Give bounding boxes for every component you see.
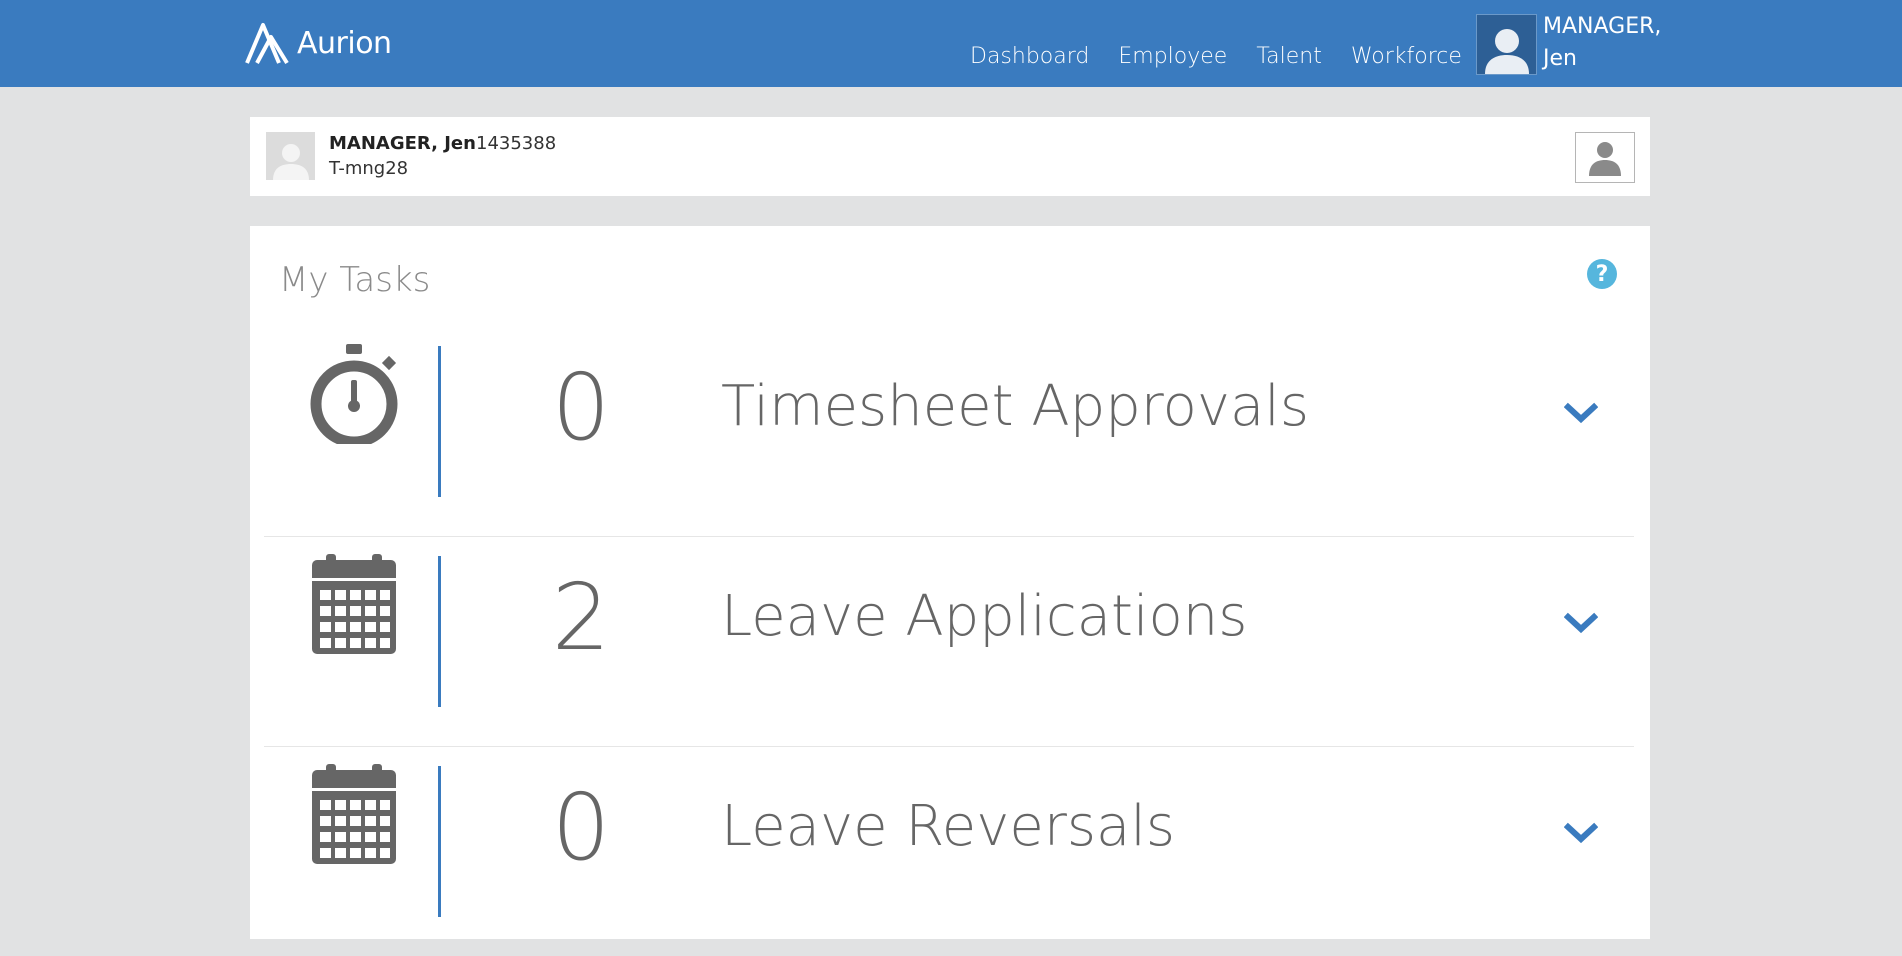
nav-employee[interactable]: Employee: [1118, 44, 1227, 69]
profile-code: T-mng28: [329, 158, 409, 179]
my-tasks-title: My Tasks: [279, 260, 431, 300]
nav-dashboard[interactable]: Dashboard: [970, 44, 1089, 69]
chevron-down-icon[interactable]: [1564, 401, 1598, 425]
task-label: Leave Applications: [721, 584, 1248, 649]
chevron-down-icon[interactable]: [1564, 611, 1598, 635]
profile-employee-id: 1435388: [476, 133, 557, 154]
task-divider: [438, 766, 441, 917]
user-name: MANAGER, Jen: [1543, 11, 1661, 75]
user-name-line2: Jen: [1543, 46, 1577, 71]
task-count: 0: [551, 354, 611, 461]
view-profile-button[interactable]: [1575, 132, 1635, 183]
task-row-leave-reversals[interactable]: 0 Leave Reversals: [264, 746, 1634, 956]
task-label: Leave Reversals: [721, 794, 1176, 859]
aurion-logo[interactable]: Aurion: [243, 18, 392, 68]
task-label: Timesheet Approvals: [721, 374, 1310, 439]
top-navigation-bar: Aurion Dashboard Employee Talent Workfor…: [0, 0, 1902, 87]
calendar-icon: [312, 764, 396, 864]
profile-name: MANAGER, Jen: [329, 133, 476, 154]
my-tasks-panel: My Tasks ? 0 Timesheet Approvals 2 Leave…: [250, 226, 1650, 939]
user-avatar: [1476, 14, 1537, 75]
nav-talent[interactable]: Talent: [1256, 44, 1322, 69]
person-icon: [1589, 141, 1621, 176]
brand-name: Aurion: [297, 25, 392, 61]
person-placeholder-icon: [272, 144, 309, 180]
nav-workforce[interactable]: Workforce: [1351, 44, 1462, 69]
task-row-timesheet-approvals[interactable]: 0 Timesheet Approvals: [264, 326, 1634, 537]
aurion-logo-icon: [245, 23, 289, 65]
task-count: 2: [551, 564, 611, 671]
stopwatch-icon: [310, 344, 398, 444]
user-name-line1: MANAGER,: [1543, 14, 1662, 39]
task-divider: [438, 556, 441, 707]
task-row-leave-applications[interactable]: 2 Leave Applications: [264, 536, 1634, 747]
user-menu[interactable]: MANAGER, Jen: [1476, 14, 1661, 75]
person-icon: [1484, 29, 1529, 74]
calendar-icon: [312, 554, 396, 654]
chevron-down-icon[interactable]: [1564, 821, 1598, 845]
employee-profile-card: MANAGER, Jen 1435388 T-mng28: [250, 117, 1650, 196]
task-divider: [438, 346, 441, 497]
main-nav: Dashboard Employee Talent Workforce: [970, 44, 1491, 69]
question-icon[interactable]: ?: [1587, 259, 1617, 289]
task-count: 0: [551, 774, 611, 881]
profile-photo: [266, 132, 315, 180]
